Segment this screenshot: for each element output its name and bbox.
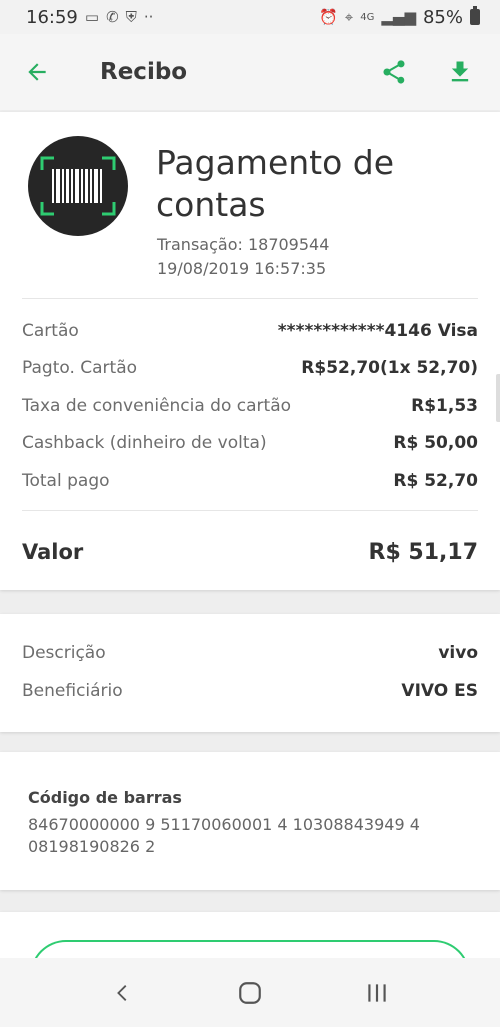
detail-row-total-paid: Total pago R$ 52,70 — [22, 466, 478, 496]
detail-label: Cartão — [22, 321, 79, 341]
arrow-left-icon — [28, 63, 46, 81]
barcode-title: Código de barras — [28, 788, 182, 807]
beneficiary-value: VIVO ES — [401, 681, 478, 701]
barcode-card: Código de barras 84670000000 9 511700600… — [0, 752, 500, 890]
network-type-icon: 4G — [360, 11, 375, 23]
detail-row-card-payment: Pagto. Cartão R$52,70(1x 52,70) — [22, 353, 478, 383]
back-button[interactable] — [0, 34, 74, 110]
description-row: Descrição vivo — [22, 638, 478, 668]
detail-value: R$1,53 — [411, 396, 478, 416]
divider — [22, 298, 478, 299]
detail-label: Total pago — [22, 471, 110, 491]
detail-label: Cashback (dinheiro de volta) — [22, 433, 267, 453]
barcode-logo — [28, 136, 128, 236]
app-bar-actions — [368, 46, 500, 98]
detail-label: Pagto. Cartão — [22, 358, 138, 378]
detail-label: Taxa de conveniência do cartão — [22, 396, 292, 416]
description-label: Descrição — [22, 643, 106, 663]
alarm-icon: ⏰ — [319, 8, 338, 26]
total-value: R$ 51,17 — [368, 539, 479, 565]
location-icon: ⌖ — [344, 8, 354, 26]
download-icon — [451, 61, 469, 82]
download-button[interactable] — [434, 46, 486, 98]
system-nav-bar — [0, 958, 500, 1027]
detail-value: ************4146 Visa — [277, 321, 478, 341]
battery-icon — [470, 6, 480, 25]
receipt-header: Pagamento de contas Transação: 18709544 … — [0, 112, 500, 298]
chevron-left-icon — [117, 984, 127, 1001]
detail-value: R$ 50,00 — [393, 433, 478, 453]
receipt-heading: Pagamento de contas — [156, 143, 395, 224]
home-icon — [239, 981, 261, 1004]
detail-row-card: Cartão ************4146 Visa — [22, 316, 478, 346]
status-time: 16:59 — [26, 6, 78, 28]
shield-icon: ⛨ — [125, 8, 137, 26]
card-icon: ▭ — [84, 8, 100, 26]
beneficiary-row: Beneficiário VIVO ES — [22, 676, 478, 706]
page-title: Recibo — [100, 59, 188, 85]
receipt-card: Pagamento de contas Transação: 18709544 … — [0, 112, 500, 590]
total-label: Valor — [22, 540, 84, 564]
edge-panel-handle[interactable] — [496, 374, 500, 422]
beneficiary-label: Beneficiário — [22, 681, 123, 701]
app-bar: Recibo — [0, 34, 500, 110]
description-value: vivo — [438, 643, 478, 663]
detail-row-fee: Taxa de conveniência do cartão R$1,53 — [22, 391, 478, 421]
nav-recents-button[interactable] — [347, 963, 407, 1023]
barcode-icon — [40, 156, 116, 216]
detail-value: R$52,70(1x 52,70) — [301, 358, 478, 378]
signal-icon: ▂▄▆ — [381, 8, 416, 26]
total-row: Valor R$ 51,17 — [22, 532, 478, 572]
nav-back-button[interactable] — [93, 963, 153, 1023]
battery-percent: 85% — [422, 6, 463, 28]
transaction-info: Transação: 18709544 19/08/2019 16:57:35 — [157, 233, 329, 281]
detail-value: R$ 52,70 — [393, 471, 478, 491]
divider — [22, 510, 478, 511]
share-button[interactable] — [368, 46, 420, 98]
transaction-datetime: 19/08/2019 16:57:35 — [157, 259, 327, 278]
status-bar-right: ⏰ ⌖ 4G ▂▄▆ 85% — [319, 6, 480, 28]
status-bar-left: 16:59 ▭ ✆ ⛨ ·· — [26, 7, 153, 28]
barcode-number: 84670000000 9 51170060001 4 10308843949 … — [28, 815, 420, 856]
status-bar: 16:59 ▭ ✆ ⛨ ·· ⏰ ⌖ 4G ▂▄▆ 85% — [0, 0, 500, 34]
nav-home-button[interactable] — [220, 963, 280, 1023]
recent-apps-icon — [367, 983, 386, 1002]
transaction-id: Transação: 18709544 — [157, 235, 330, 254]
whatsapp-icon: ✆ — [106, 8, 119, 26]
share-icon — [383, 60, 405, 84]
detail-row-cashback: Cashback (dinheiro de volta) R$ 50,00 — [22, 428, 478, 458]
more-notifications-icon: ·· — [143, 8, 154, 26]
description-card: Descrição vivo Beneficiário VIVO ES — [0, 614, 500, 732]
